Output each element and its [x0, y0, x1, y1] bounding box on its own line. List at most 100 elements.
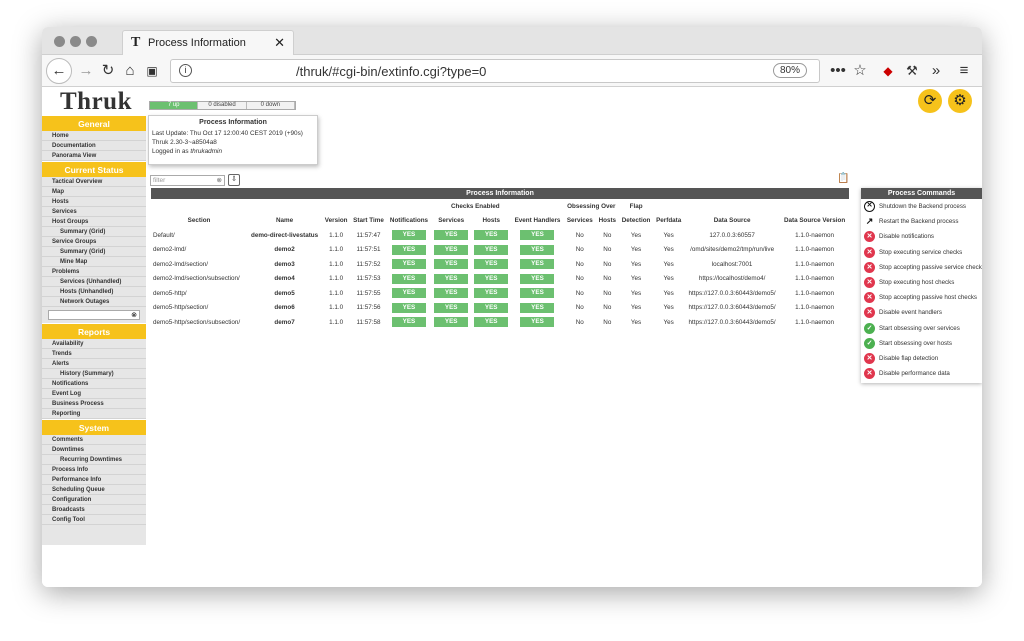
sidebar-item-recurring-downtimes[interactable]: Recurring Downtimes — [42, 455, 146, 465]
zoom-level[interactable]: 80% — [772, 63, 807, 78]
browser-tab[interactable]: T Process Information ✕ — [122, 30, 294, 55]
yes-toggle-button[interactable]: YES — [474, 288, 509, 299]
sidebar-item-broadcasts[interactable]: Broadcasts — [42, 505, 146, 515]
yes-toggle-button[interactable]: YES — [434, 317, 469, 328]
column-header-perfdata[interactable]: Perfdata — [653, 213, 684, 228]
sidebar-item-services-unhandled[interactable]: Services (Unhandled) — [42, 277, 146, 287]
yes-toggle-button[interactable]: YES — [520, 244, 555, 255]
hosts-disabled-count[interactable]: 0 disabled — [198, 102, 247, 109]
thruk-logo[interactable]: Thruk — [60, 88, 132, 116]
column-header-start-time[interactable]: Start Time — [350, 213, 387, 228]
sidebar-item-home[interactable]: Home — [42, 131, 146, 141]
sidebar-item-alerts[interactable]: Alerts — [42, 359, 146, 369]
refresh-icon[interactable]: ⟳ — [918, 89, 942, 113]
overflow-icon[interactable]: » — [924, 59, 948, 83]
yes-toggle-button[interactable]: YES — [520, 259, 555, 270]
column-header-notifications[interactable]: Notifications — [387, 213, 431, 228]
yes-toggle-button[interactable]: YES — [474, 317, 509, 328]
sidebar-item-documentation[interactable]: Documentation — [42, 141, 146, 151]
column-header-detection[interactable]: Detection — [619, 213, 653, 228]
sidebar-item-map[interactable]: Map — [42, 187, 146, 197]
sidebar-item-host-groups[interactable]: Host Groups — [42, 217, 146, 227]
command-start-obsessing-over-hosts[interactable]: ✓ Start obsessing over hosts — [861, 336, 982, 351]
yes-toggle-button[interactable]: YES — [520, 302, 555, 313]
clear-search-icon[interactable]: ⊗ — [131, 311, 137, 319]
yes-toggle-button[interactable]: YES — [434, 302, 469, 313]
host-status-bar[interactable]: 7 up 0 disabled 0 down — [149, 101, 296, 110]
yes-toggle-button[interactable]: YES — [434, 230, 469, 241]
yes-toggle-button[interactable]: YES — [391, 317, 426, 328]
sidebar-item-hosts-unhandled[interactable]: Hosts (Unhandled) — [42, 287, 146, 297]
url-bar[interactable]: i /thruk/#cgi-bin/extinfo.cgi?type=0 80% — [170, 59, 820, 83]
sidebar-item-availability[interactable]: Availability — [42, 339, 146, 349]
wrench-icon[interactable]: ⚒ — [900, 59, 924, 83]
ublock-icon[interactable]: ◆ — [876, 59, 900, 83]
yes-toggle-button[interactable]: YES — [520, 230, 555, 241]
yes-toggle-button[interactable]: YES — [391, 273, 426, 284]
settings-gear-icon[interactable]: ⚙ — [948, 89, 972, 113]
yes-toggle-button[interactable]: YES — [391, 259, 426, 270]
yes-toggle-button[interactable]: YES — [474, 244, 509, 255]
export-icon[interactable]: ⇩ — [228, 174, 240, 186]
yes-toggle-button[interactable]: YES — [520, 288, 555, 299]
sidebar-item-hosts[interactable]: Hosts — [42, 197, 146, 207]
hamburger-menu-icon[interactable]: ≡ — [952, 59, 976, 83]
column-header-data-source[interactable]: Data Source — [684, 213, 780, 228]
yes-toggle-button[interactable]: YES — [520, 273, 555, 284]
sidebar-item-config-tool[interactable]: Config Tool — [42, 515, 146, 525]
command-disable-flap-detection[interactable]: ✕ Disable flap detection — [861, 351, 982, 366]
close-window-icon[interactable] — [54, 36, 65, 47]
sidebar-item-process-info[interactable]: Process Info — [42, 465, 146, 475]
command-start-obsessing-over-services[interactable]: ✓ Start obsessing over services — [861, 321, 982, 336]
sidebar-item-history-summary[interactable]: History (Summary) — [42, 369, 146, 379]
sidebar-item-mine-map[interactable]: Mine Map — [42, 257, 146, 267]
sidebar-item-performance-info[interactable]: Performance Info — [42, 475, 146, 485]
sidebar-item-summary-grid[interactable]: Summary (Grid) — [42, 247, 146, 257]
column-header-services[interactable]: Services — [431, 213, 471, 228]
command-disable-notifications[interactable]: ✕ Disable notifications — [861, 229, 982, 244]
back-icon[interactable]: ← — [46, 58, 72, 84]
column-header-version[interactable]: Version — [322, 213, 350, 228]
command-stop-executing-service-checks[interactable]: ✕ Stop executing service checks — [861, 245, 982, 260]
site-info-icon[interactable]: i — [179, 64, 192, 77]
column-header-hosts[interactable]: Hosts — [596, 213, 619, 228]
yes-toggle-button[interactable]: YES — [391, 288, 426, 299]
sidebar-item-trends[interactable]: Trends — [42, 349, 146, 359]
command-stop-accepting-passive-host-checks[interactable]: ✕ Stop accepting passive host checks — [861, 290, 982, 305]
command-disable-event-handlers[interactable]: ✕ Disable event handlers — [861, 305, 982, 320]
command-stop-accepting-passive-service-checks[interactable]: ✕ Stop accepting passive service checks — [861, 260, 982, 275]
yes-toggle-button[interactable]: YES — [391, 244, 426, 255]
sidebar-item-scheduling-queue[interactable]: Scheduling Queue — [42, 485, 146, 495]
yes-toggle-button[interactable]: YES — [434, 288, 469, 299]
sidebar-search-input[interactable]: ⊗ — [48, 310, 140, 320]
yes-toggle-button[interactable]: YES — [474, 259, 509, 270]
yes-toggle-button[interactable]: YES — [391, 302, 426, 313]
sidebar-item-event-log[interactable]: Event Log — [42, 389, 146, 399]
column-header-hosts[interactable]: Hosts — [471, 213, 511, 228]
sidebar-item-problems[interactable]: Problems — [42, 267, 146, 277]
bookmark-star-icon[interactable]: ☆ — [848, 59, 872, 83]
sidebar-item-comments[interactable]: Comments — [42, 435, 146, 445]
sidebar-item-configuration[interactable]: Configuration — [42, 495, 146, 505]
reload-icon[interactable]: ↻ — [96, 59, 120, 83]
yes-toggle-button[interactable]: YES — [391, 230, 426, 241]
hosts-up-count[interactable]: 7 up — [150, 102, 199, 109]
close-tab-icon[interactable]: ✕ — [274, 35, 285, 51]
sidebar-item-reporting[interactable]: Reporting — [42, 409, 146, 419]
yes-toggle-button[interactable]: YES — [474, 273, 509, 284]
table-filter-input[interactable]: filter ⊗ — [150, 175, 225, 186]
sidebar-item-network-outages[interactable]: Network Outages — [42, 297, 146, 307]
command-disable-performance-data[interactable]: ✕ Disable performance data — [861, 366, 982, 381]
yes-toggle-button[interactable]: YES — [474, 230, 509, 241]
sidebar-item-service-groups[interactable]: Service Groups — [42, 237, 146, 247]
clipboard-icon[interactable]: 📋 — [837, 173, 849, 184]
column-header-name[interactable]: Name — [247, 213, 322, 228]
yes-toggle-button[interactable]: YES — [520, 317, 555, 328]
sidebar-item-services[interactable]: Services — [42, 207, 146, 217]
more-actions-icon[interactable]: ••• — [826, 59, 850, 83]
column-header-event-handlers[interactable]: Event Handlers — [511, 213, 564, 228]
maximize-window-icon[interactable] — [86, 36, 97, 47]
screenshot-icon[interactable]: ▣ — [140, 59, 164, 83]
column-header-services[interactable]: Services — [564, 213, 596, 228]
clear-filter-icon[interactable]: ⊗ — [217, 176, 222, 185]
